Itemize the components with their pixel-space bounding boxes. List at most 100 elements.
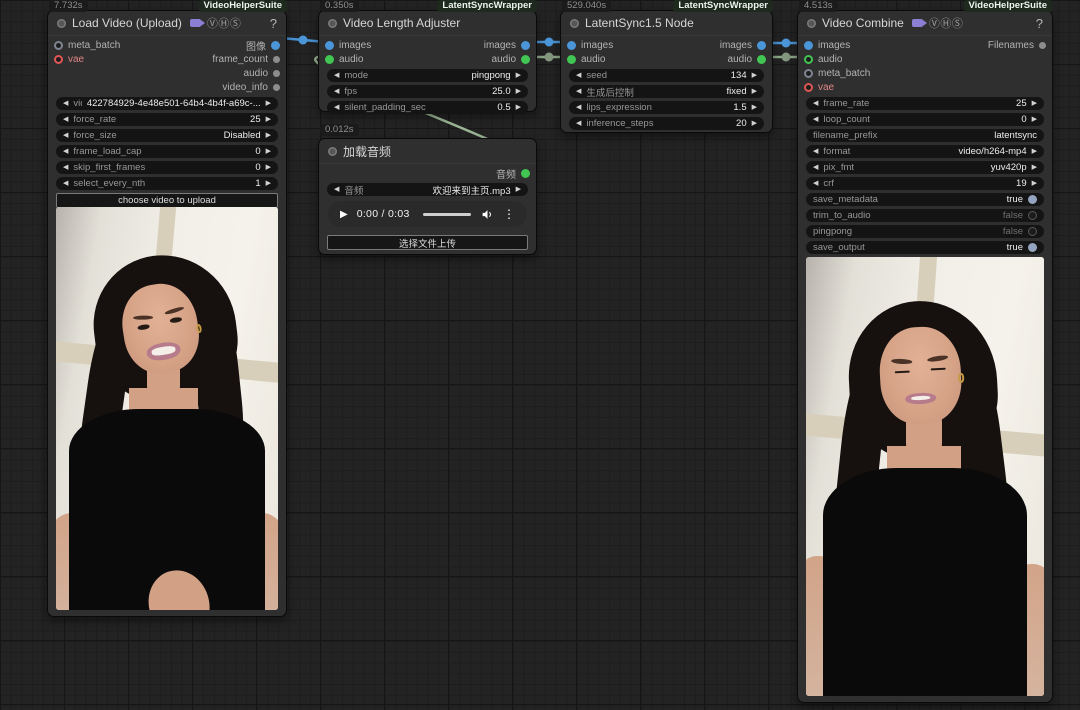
input-vae[interactable]: vae	[54, 54, 84, 65]
toggle-trim-to-audio[interactable]: trim_to_audio false	[806, 209, 1044, 222]
widget-silent-padding-sec[interactable]: ◀ silent_padding_sec 0.5 ▶	[327, 101, 528, 114]
collapse-dot[interactable]	[570, 18, 579, 28]
input-port-icon[interactable]	[567, 54, 576, 64]
output-port-icon[interactable]	[273, 69, 280, 77]
output-port-icon[interactable]	[271, 40, 280, 50]
output-filenames[interactable]: Filenames	[988, 40, 1046, 51]
decrement-arrow-icon[interactable]: ◀	[334, 104, 339, 111]
widget-inference-steps[interactable]: ◀ inference_steps 20 ▶	[569, 117, 764, 130]
player-menu-icon[interactable]: ⋮	[503, 207, 515, 221]
increment-arrow-icon[interactable]: ▶	[752, 104, 757, 111]
decrement-arrow-icon[interactable]: ◀	[813, 100, 818, 107]
node-title-bar[interactable]: Video Length Adjuster	[319, 11, 536, 36]
increment-arrow-icon[interactable]: ▶	[752, 72, 757, 79]
decrement-arrow-icon[interactable]: ◀	[576, 120, 581, 127]
audio-player[interactable]: ▶ 0:00 / 0:03 ⋮	[328, 201, 527, 227]
input-audio[interactable]: audio	[804, 54, 842, 65]
increment-arrow-icon[interactable]: ▶	[1032, 148, 1037, 155]
widget-format[interactable]: ◀ format video/h264-mp4 ▶	[806, 145, 1044, 158]
increment-arrow-icon[interactable]: ▶	[516, 104, 521, 111]
input-images[interactable]: images	[325, 40, 371, 51]
widget-force-rate[interactable]: ◀ force_rate 25 ▶	[56, 113, 278, 126]
output-audio[interactable]: audio	[728, 54, 766, 65]
toggle-dot[interactable]	[1028, 211, 1037, 220]
node-load-video[interactable]: Load Video (Upload) ⓋⒽⓈ ? meta_batch 图像 …	[47, 10, 287, 617]
node-title-bar[interactable]: LatentSync1.5 Node	[561, 11, 772, 36]
collapse-dot[interactable]	[328, 18, 337, 28]
input-images[interactable]: images	[804, 40, 850, 51]
increment-arrow-icon[interactable]: ▶	[1032, 164, 1037, 171]
output-audio[interactable]: audio	[244, 68, 280, 79]
input-audio[interactable]: audio	[325, 54, 363, 65]
decrement-arrow-icon[interactable]: ◀	[334, 72, 339, 79]
widget-mode[interactable]: ◀ mode pingpong ▶	[327, 69, 528, 82]
output-audio[interactable]: 音频	[496, 166, 530, 181]
decrement-arrow-icon[interactable]: ◀	[576, 72, 581, 79]
choose-audio-button[interactable]: 选择文件上传	[327, 235, 528, 250]
input-port-icon[interactable]	[804, 68, 813, 78]
widget-fps[interactable]: ◀ fps 25.0 ▶	[327, 85, 528, 98]
decrement-arrow-icon[interactable]: ◀	[576, 104, 581, 111]
decrement-arrow-icon[interactable]: ◀	[334, 186, 339, 193]
node-title-bar[interactable]: 加载音频	[319, 139, 536, 164]
widget-skip-first-frames[interactable]: ◀ skip_first_frames 0 ▶	[56, 161, 278, 174]
decrement-arrow-icon[interactable]: ◀	[576, 88, 581, 95]
decrement-arrow-icon[interactable]: ◀	[63, 100, 68, 107]
decrement-arrow-icon[interactable]: ◀	[813, 148, 818, 155]
output-image[interactable]: 图像	[246, 38, 280, 53]
node-title-bar[interactable]: Load Video (Upload) ⓋⒽⓈ ?	[48, 11, 286, 36]
node-load-audio[interactable]: 加载音频 音频 ◀ 音频 欢迎来到主页.mp3 ▶ ▶ 0:00 / 0:03 …	[318, 138, 537, 255]
widget-seed[interactable]: ◀ seed 134 ▶	[569, 69, 764, 82]
output-port-icon[interactable]	[521, 40, 530, 50]
input-port-icon[interactable]	[325, 54, 334, 64]
decrement-arrow-icon[interactable]: ◀	[334, 88, 339, 95]
increment-arrow-icon[interactable]: ▶	[516, 72, 521, 79]
decrement-arrow-icon[interactable]: ◀	[63, 164, 68, 171]
output-port-icon[interactable]	[1039, 41, 1046, 49]
output-port-icon[interactable]	[521, 168, 530, 178]
input-vae[interactable]: vae	[804, 82, 834, 93]
increment-arrow-icon[interactable]: ▶	[266, 164, 271, 171]
help-icon[interactable]: ?	[1036, 16, 1043, 31]
widget-audio-file[interactable]: ◀ 音频 欢迎来到主页.mp3 ▶	[327, 183, 528, 197]
widget-filename-prefix[interactable]: filename_prefix latentsync	[806, 129, 1044, 142]
input-port-icon[interactable]	[804, 40, 813, 50]
output-port-icon[interactable]	[273, 55, 280, 63]
decrement-arrow-icon[interactable]: ◀	[63, 132, 68, 139]
output-port-icon[interactable]	[757, 54, 766, 64]
input-port-icon[interactable]	[325, 40, 334, 50]
input-port-icon[interactable]	[54, 54, 63, 64]
input-port-icon[interactable]	[804, 54, 813, 64]
node-latentsync[interactable]: LatentSync1.5 Node images images audio a…	[560, 10, 773, 133]
input-meta-batch[interactable]: meta_batch	[804, 68, 870, 79]
toggle-dot[interactable]	[1028, 227, 1037, 236]
output-images[interactable]: images	[720, 40, 766, 51]
toggle-dot[interactable]	[1028, 195, 1037, 204]
input-audio[interactable]: audio	[567, 54, 605, 65]
output-audio[interactable]: audio	[492, 54, 530, 65]
widget-frame-load-cap[interactable]: ◀ frame_load_cap 0 ▶	[56, 145, 278, 158]
collapse-dot[interactable]	[328, 146, 337, 156]
toggle-save-output[interactable]: save_output true	[806, 241, 1044, 254]
increment-arrow-icon[interactable]: ▶	[516, 186, 521, 193]
input-port-icon[interactable]	[567, 40, 576, 50]
seek-bar[interactable]	[422, 212, 471, 216]
input-port-icon[interactable]	[804, 82, 813, 92]
video-preview[interactable]	[56, 207, 278, 610]
output-port-icon[interactable]	[521, 54, 530, 64]
widget-force-size[interactable]: ◀ force_size Disabled ▶	[56, 129, 278, 142]
output-video-info[interactable]: video_info	[222, 82, 280, 93]
node-video-combine[interactable]: Video Combine ⓋⒽⓈ ? images Filenames aud…	[797, 10, 1053, 703]
node-graph-canvas[interactable]: 7.732s VideoHelperSuite 0.350s LatentSyn…	[0, 0, 1080, 710]
widget-frame-rate[interactable]: ◀ frame_rate 25 ▶	[806, 97, 1044, 110]
increment-arrow-icon[interactable]: ▶	[752, 120, 757, 127]
decrement-arrow-icon[interactable]: ◀	[813, 116, 818, 123]
decrement-arrow-icon[interactable]: ◀	[813, 164, 818, 171]
output-port-icon[interactable]	[757, 40, 766, 50]
decrement-arrow-icon[interactable]: ◀	[63, 148, 68, 155]
increment-arrow-icon[interactable]: ▶	[266, 132, 271, 139]
node-video-length-adjuster[interactable]: Video Length Adjuster images images audi…	[318, 10, 537, 114]
decrement-arrow-icon[interactable]: ◀	[63, 180, 68, 187]
widget-pix-fmt[interactable]: ◀ pix_fmt yuv420p ▶	[806, 161, 1044, 174]
increment-arrow-icon[interactable]: ▶	[516, 88, 521, 95]
